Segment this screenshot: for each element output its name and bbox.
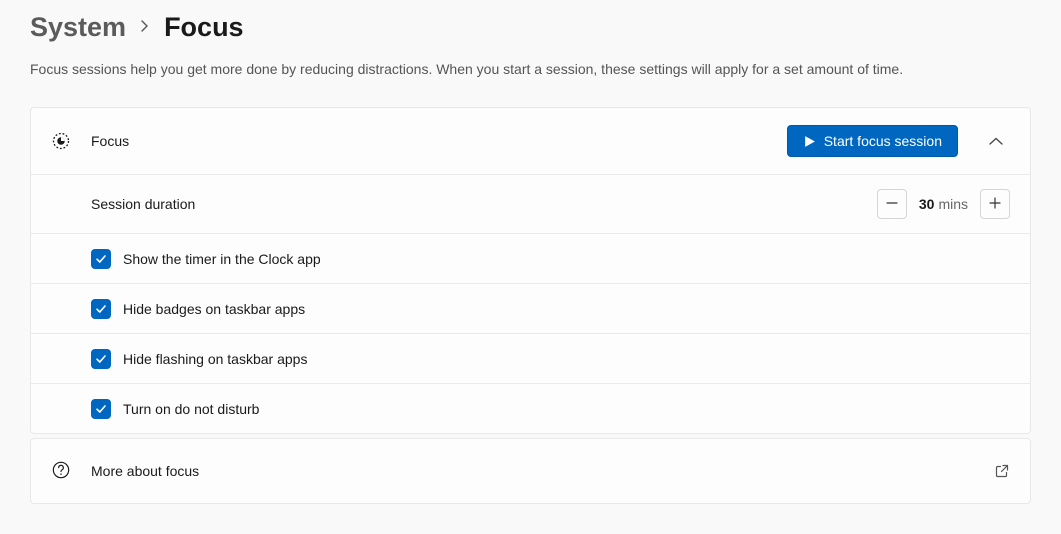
option-hide-badges-row: Hide badges on taskbar apps: [31, 283, 1030, 333]
session-duration-label: Session duration: [91, 196, 859, 212]
option-hide-flashing-row: Hide flashing on taskbar apps: [31, 333, 1030, 383]
option-dnd-label: Turn on do not disturb: [123, 401, 259, 417]
option-show-timer-checkbox[interactable]: [91, 249, 111, 269]
minus-icon: [886, 197, 898, 212]
focus-icon: [51, 131, 71, 151]
focus-settings-list: Session duration 30 mins: [31, 174, 1030, 433]
session-duration-stepper: 30 mins: [877, 189, 1010, 219]
option-hide-badges-label: Hide badges on taskbar apps: [123, 301, 305, 317]
increase-duration-button[interactable]: [980, 189, 1010, 219]
option-hide-badges-checkbox[interactable]: [91, 299, 111, 319]
start-focus-session-button[interactable]: Start focus session: [787, 125, 958, 157]
help-icon: [51, 460, 71, 483]
option-dnd-row: Turn on do not disturb: [31, 383, 1030, 433]
check-icon: [95, 253, 107, 265]
more-about-focus-link[interactable]: More about focus: [30, 438, 1031, 504]
option-hide-flashing-label: Hide flashing on taskbar apps: [123, 351, 307, 367]
chevron-right-icon: [140, 19, 150, 37]
breadcrumb-parent[interactable]: System: [30, 12, 126, 43]
option-dnd-checkbox[interactable]: [91, 399, 111, 419]
breadcrumb-current: Focus: [164, 12, 244, 43]
check-icon: [95, 403, 107, 415]
focus-card-title: Focus: [91, 133, 767, 149]
check-icon: [95, 303, 107, 315]
plus-icon: [989, 197, 1001, 212]
more-about-focus-label: More about focus: [91, 463, 974, 479]
external-link-icon: [994, 463, 1010, 479]
decrease-duration-button[interactable]: [877, 189, 907, 219]
check-icon: [95, 353, 107, 365]
focus-card-header[interactable]: Focus Start focus session: [31, 108, 1030, 174]
page-subtitle: Focus sessions help you get more done by…: [30, 61, 1031, 77]
option-show-timer-label: Show the timer in the Clock app: [123, 251, 321, 267]
play-icon: [803, 135, 816, 148]
start-focus-session-label: Start focus session: [824, 133, 942, 149]
session-duration-row: Session duration 30 mins: [31, 175, 1030, 233]
session-duration-value: 30 mins: [919, 196, 968, 212]
collapse-toggle[interactable]: [982, 127, 1010, 155]
focus-card: Focus Start focus session Session durati…: [30, 107, 1031, 434]
option-show-timer-row: Show the timer in the Clock app: [31, 233, 1030, 283]
option-hide-flashing-checkbox[interactable]: [91, 349, 111, 369]
chevron-up-icon: [989, 134, 1003, 149]
breadcrumb: System Focus: [30, 12, 1031, 43]
